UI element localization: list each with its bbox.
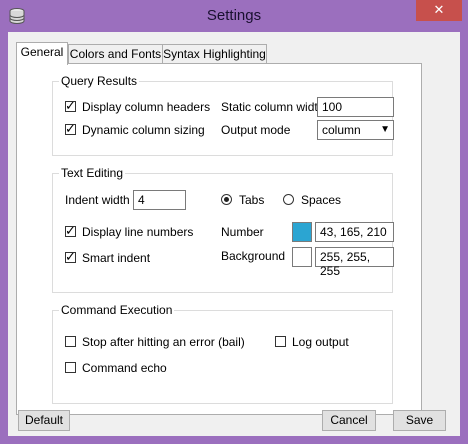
log-output-label: Log output xyxy=(292,335,349,349)
smart-indent-checkbox[interactable]: ✓ xyxy=(65,249,76,264)
number-color-swatch[interactable] xyxy=(292,222,312,242)
settings-window: Settings ✕ General Colors and Fonts Synt… xyxy=(0,0,468,444)
tabs-radio[interactable] xyxy=(221,194,232,205)
check-icon: ✓ xyxy=(65,249,76,264)
background-color-input[interactable]: 255, 255, 255 xyxy=(315,247,394,278)
stop-after-error-label: Stop after hitting an error (bail) xyxy=(82,335,245,349)
indent-width-label: Indent width xyxy=(65,193,130,207)
save-button[interactable]: Save xyxy=(393,410,446,431)
command-execution-group: Command Execution Stop after hitting an … xyxy=(52,303,393,404)
title-bar[interactable]: Settings ✕ xyxy=(0,0,468,32)
text-editing-title: Text Editing xyxy=(59,166,126,180)
tabs-radio-label: Tabs xyxy=(239,193,265,207)
display-column-headers-checkbox[interactable]: ✓ xyxy=(65,98,76,113)
query-results-title: Query Results xyxy=(59,74,140,88)
indent-width-input[interactable]: 4 xyxy=(133,190,186,210)
close-icon: ✕ xyxy=(433,2,445,17)
tab-colors-and-fonts[interactable]: Colors and Fonts xyxy=(68,44,163,63)
text-editing-group: Text Editing Indent width 4 Tabs Spaces … xyxy=(52,166,394,293)
tab-syntax-label: Syntax Highlighting xyxy=(163,47,266,61)
check-icon: ✓ xyxy=(65,121,76,136)
static-column-width-label: Static column width xyxy=(221,100,325,114)
spaces-radio-label: Spaces xyxy=(301,193,342,207)
command-echo-label: Command echo xyxy=(82,361,167,375)
output-mode-label: Output mode xyxy=(221,123,291,137)
display-column-headers-label: Display column headers xyxy=(82,100,211,114)
general-tab-panel: Query Results ✓ Display column headers ✓… xyxy=(16,63,422,415)
tab-general[interactable]: General xyxy=(16,42,68,65)
stop-after-error-checkbox[interactable] xyxy=(65,336,76,347)
check-icon: ✓ xyxy=(65,223,76,238)
check-icon: ✓ xyxy=(65,98,76,113)
number-color-input[interactable]: 43, 165, 210 xyxy=(315,222,394,242)
dynamic-column-sizing-label: Dynamic column sizing xyxy=(82,123,205,137)
command-echo-checkbox[interactable] xyxy=(65,362,76,373)
background-color-swatch[interactable] xyxy=(292,247,312,267)
close-button[interactable]: ✕ xyxy=(416,0,462,21)
display-line-numbers-checkbox[interactable]: ✓ xyxy=(65,223,76,238)
static-column-width-input[interactable]: 100 xyxy=(317,97,394,117)
tab-general-label: General xyxy=(20,45,64,59)
command-execution-title: Command Execution xyxy=(59,303,175,317)
tab-syntax-highlighting[interactable]: Syntax Highlighting xyxy=(162,44,267,63)
chevron-down-icon: ▼ xyxy=(380,124,390,135)
output-mode-select[interactable]: column ▼ xyxy=(317,120,394,140)
smart-indent-label: Smart indent xyxy=(82,251,151,265)
background-color-label: Background xyxy=(221,249,286,263)
query-results-group: Query Results ✓ Display column headers ✓… xyxy=(52,74,394,156)
default-button[interactable]: Default xyxy=(18,410,70,431)
log-output-checkbox[interactable] xyxy=(275,336,286,347)
dynamic-column-sizing-checkbox[interactable]: ✓ xyxy=(65,121,76,136)
display-line-numbers-label: Display line numbers xyxy=(82,225,194,239)
cancel-button[interactable]: Cancel xyxy=(322,410,376,431)
window-title: Settings xyxy=(206,7,262,24)
number-color-label: Number xyxy=(221,225,264,239)
dialog-body: General Colors and Fonts Syntax Highligh… xyxy=(8,32,460,436)
tab-colors-label: Colors and Fonts xyxy=(69,47,162,61)
radio-selected-dot xyxy=(224,197,229,202)
output-mode-value: column xyxy=(322,123,361,137)
spaces-radio[interactable] xyxy=(283,194,294,205)
